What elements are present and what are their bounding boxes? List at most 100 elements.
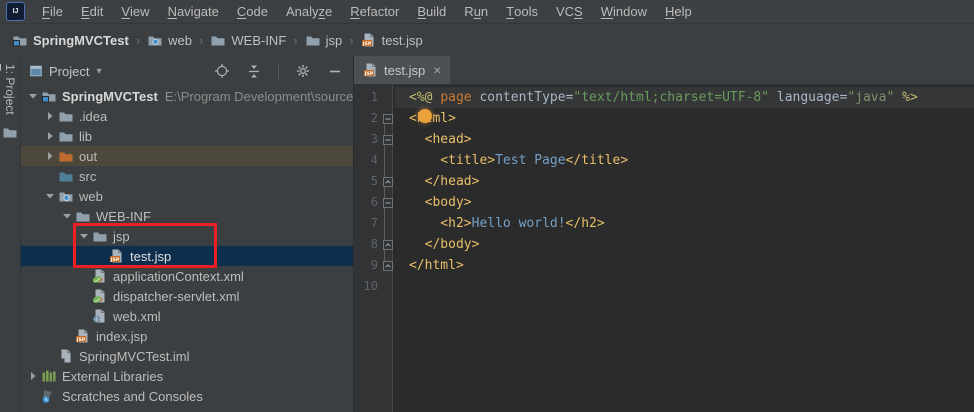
token-text: Hello world! [472, 216, 566, 231]
tree-collapsed-arrow-icon[interactable] [42, 148, 58, 164]
tree-row-lib[interactable]: lib [21, 126, 353, 146]
code-editor[interactable]: 1<%@ page contentType="text/html;charset… [354, 85, 974, 412]
close-icon[interactable]: × [433, 63, 441, 77]
tree-row-idea[interactable]: .idea [21, 106, 353, 126]
toolbar-separator [278, 63, 279, 79]
tree-arrow-spacer [59, 328, 75, 344]
menu-edit[interactable]: Edit [72, 0, 112, 23]
tree-row-src[interactable]: src [21, 166, 353, 186]
menu-refactor[interactable]: Refactor [341, 0, 408, 23]
menu-bar: IJ FileEditViewNavigateCodeAnalyzeRefact… [0, 0, 974, 24]
line-number: 7 [354, 213, 381, 234]
chevron-down-icon: ▾ [96, 66, 101, 77]
jsp-file-icon: JSP [361, 32, 377, 48]
fold-open-icon[interactable] [381, 192, 395, 213]
tree-row-index-jsp[interactable]: JSPindex.jsp [21, 326, 353, 346]
tree-row-external-libraries[interactable]: External Libraries [21, 366, 353, 386]
fold-open-icon[interactable] [381, 108, 395, 129]
tree-expanded-arrow-icon[interactable] [25, 88, 41, 104]
mnemonic-letter: F [42, 4, 50, 19]
menu-window[interactable]: Window [592, 0, 656, 23]
spring-xml-file-icon [92, 268, 108, 284]
project-panel-title[interactable]: Project [49, 64, 89, 79]
token-tag: <h2> [409, 216, 472, 231]
breadcrumb-item-web[interactable]: web [145, 32, 194, 48]
line-number: 8 [354, 234, 381, 255]
label-text: iew [130, 4, 150, 19]
breadcrumb-item-springmvctest[interactable]: SpringMVCTest [10, 32, 131, 48]
tree-item-label: WEB-INF [96, 209, 151, 224]
code-text: </html> [395, 255, 974, 276]
menu-tools[interactable]: Tools [497, 0, 547, 23]
menu-view[interactable]: View [112, 0, 158, 23]
folder-icon [75, 208, 91, 224]
breadcrumb-item-web-inf[interactable]: WEB-INF [208, 32, 288, 48]
tree-row-scratches-and-consoles[interactable]: Scratches and Consoles [21, 386, 353, 406]
fold-close-icon[interactable] [381, 171, 395, 192]
breadcrumb-item-test-jsp[interactable]: JSPtest.jsp [359, 32, 425, 48]
hide-panel-icon[interactable] [327, 63, 343, 79]
editor-tab-test-jsp[interactable]: JSP test.jsp × [354, 56, 450, 84]
breadcrumb-label: WEB-INF [231, 33, 286, 48]
tree-collapsed-arrow-icon[interactable] [25, 368, 41, 384]
menu-build[interactable]: Build [408, 0, 455, 23]
breadcrumb-label: jsp [326, 33, 343, 48]
source-folder-icon [58, 168, 74, 184]
token-keyword: page [440, 90, 471, 105]
tool-window-stripe: 1: Project [0, 56, 21, 412]
label-text: VC [556, 4, 574, 19]
tree-row-applicationcontext-xml[interactable]: applicationContext.xml [21, 266, 353, 286]
tree-expanded-arrow-icon[interactable] [59, 208, 75, 224]
tree-collapsed-arrow-icon[interactable] [42, 108, 58, 124]
svg-text:JSP: JSP [361, 41, 371, 47]
menu-navigate[interactable]: Navigate [159, 0, 228, 23]
code-text: <h2>Hello world!</h2> [395, 213, 974, 234]
label-text: indow [613, 4, 647, 19]
label-text: e [325, 4, 332, 19]
menu-run[interactable]: Run [455, 0, 497, 23]
mnemonic-letter: C [237, 4, 246, 19]
tree-item-label: src [79, 169, 96, 184]
tree-arrow-spacer [76, 308, 92, 324]
menu-help[interactable]: Help [656, 0, 701, 23]
breadcrumb-separator: › [194, 33, 208, 48]
line-number: 2 [354, 108, 381, 129]
fold-close-icon[interactable] [381, 234, 395, 255]
tree-row-out[interactable]: out [21, 146, 353, 166]
project-stripe-tab[interactable]: 1: Project [3, 64, 17, 115]
svg-text:JSP: JSP [364, 71, 374, 77]
menu-code[interactable]: Code [228, 0, 277, 23]
code-line-10: 10 [354, 276, 974, 297]
project-folder-icon [41, 88, 57, 104]
tree-item-label: External Libraries [62, 369, 163, 384]
breadcrumb-item-jsp[interactable]: jsp [303, 32, 345, 48]
tree-row-web[interactable]: web [21, 186, 353, 206]
breadcrumb-separator: › [131, 33, 145, 48]
code-line-8: 8 </body> [354, 234, 974, 255]
mnemonic-letter: 1 [3, 64, 17, 71]
external-libraries-icon [41, 368, 57, 384]
tree-row-springmvctest[interactable]: SpringMVCTestE:\Program Development\sour… [21, 86, 353, 106]
editor-tab-bar: JSP test.jsp × [354, 56, 974, 85]
menu-analyze[interactable]: Analyze [277, 0, 341, 23]
tree-item-label: applicationContext.xml [113, 269, 244, 284]
tree-collapsed-arrow-icon[interactable] [42, 128, 58, 144]
token-text: Test Page [495, 153, 565, 168]
fold-open-icon[interactable] [381, 129, 395, 150]
code-text [395, 276, 974, 297]
collapse-all-icon[interactable] [246, 63, 262, 79]
label-text: ile [50, 4, 63, 19]
fold-close-icon[interactable] [381, 255, 395, 276]
gear-icon[interactable] [295, 63, 311, 79]
menu-file[interactable]: File [33, 0, 72, 23]
project-folder-icon [12, 32, 28, 48]
tree-row-dispatcher-servlet-xml[interactable]: dispatcher-servlet.xml [21, 286, 353, 306]
tree-item-label: lib [79, 129, 92, 144]
tree-expanded-arrow-icon[interactable] [42, 188, 58, 204]
tree-row-springmvctest-iml[interactable]: SpringMVCTest.iml [21, 346, 353, 366]
ide-window: IJ FileEditViewNavigateCodeAnalyzeRefact… [0, 0, 974, 412]
red-annotation-box [73, 223, 217, 268]
menu-vcs[interactable]: VCS [547, 0, 592, 23]
tree-row-web-xml[interactable]: web.xml [21, 306, 353, 326]
locate-file-icon[interactable] [214, 63, 230, 79]
